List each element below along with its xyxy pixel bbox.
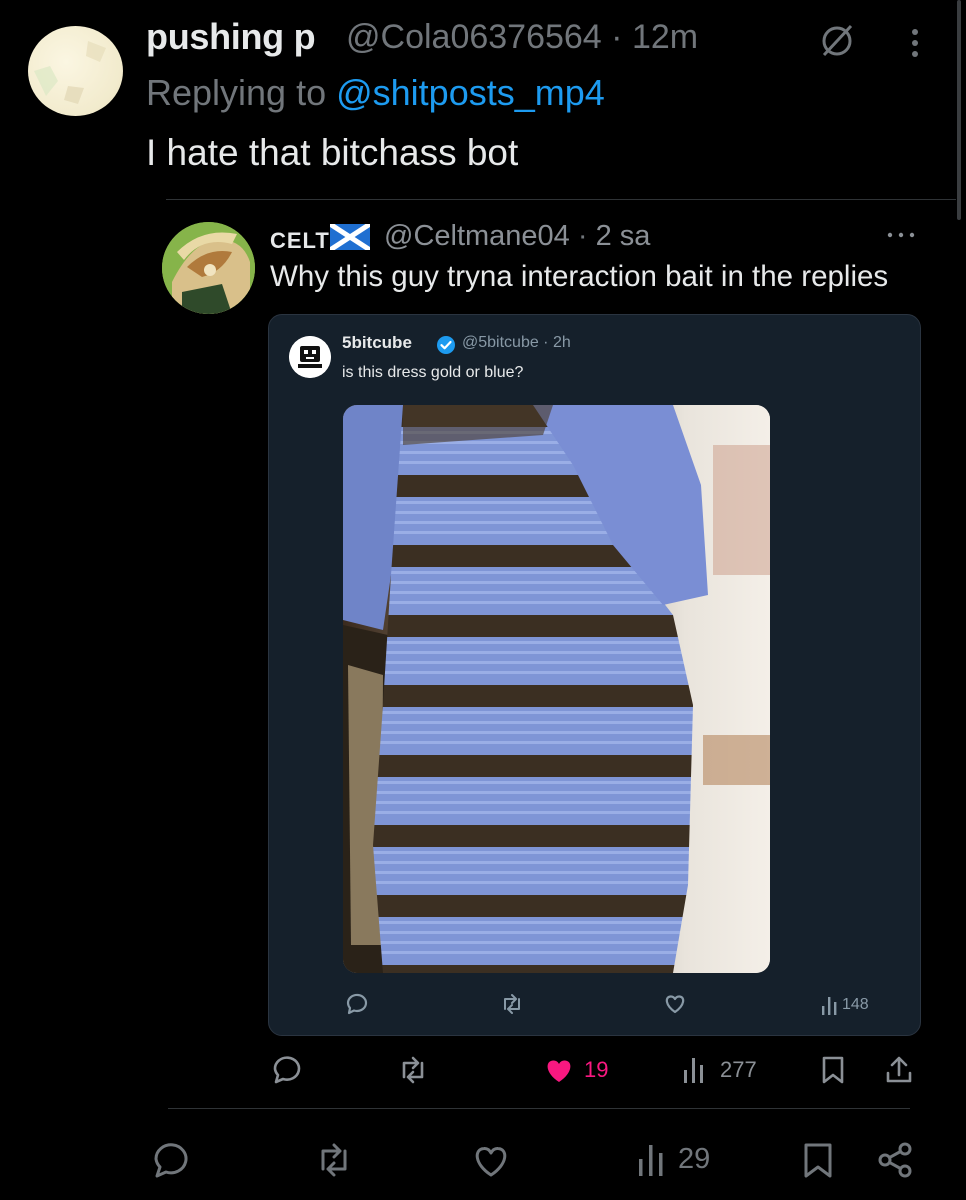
quoted-timestamp: 2 sa [595, 220, 651, 252]
quoted-like-icon [542, 1053, 576, 1087]
views-count: 29 [678, 1143, 711, 1175]
quoted-share-icon [882, 1053, 916, 1087]
retweet-icon[interactable] [313, 1139, 355, 1181]
divider [166, 199, 956, 200]
divider [168, 1108, 910, 1109]
more-vertical-icon[interactable] [900, 22, 930, 62]
embedded-avatar [289, 336, 331, 378]
bookmark-icon[interactable] [797, 1139, 839, 1181]
embedded-retweet-icon [499, 991, 525, 1017]
scotland-flag-icon [328, 221, 372, 253]
verified-badge-icon [436, 335, 456, 355]
quoted-text: Why this guy tryna interaction bait in t… [270, 260, 889, 293]
replying-to-line: Replying to @shitposts_mp4 [146, 72, 605, 114]
author-handle: @Cola06376564 [346, 18, 602, 56]
tweet-text: I hate that bitchass bot [146, 132, 519, 173]
more-horizontal-icon [884, 228, 918, 242]
embedded-author-handle: @5bitcube [462, 334, 539, 351]
embedded-reply-icon [344, 991, 370, 1017]
share-icon[interactable] [874, 1139, 916, 1181]
replying-prefix: Replying to [146, 72, 337, 113]
quoted-reply-icon [270, 1053, 304, 1087]
reply-icon[interactable] [150, 1139, 192, 1181]
quoted-views-count: 277 [720, 1057, 757, 1082]
embedded-author-name: 5bitcube [342, 333, 412, 352]
quoted-author-handle: @Celtmane04 [384, 220, 570, 252]
embedded-timestamp: 2h [552, 334, 571, 351]
embedded-views-icon [820, 994, 840, 1016]
author-name[interactable]: pushing p [146, 16, 316, 58]
replying-to-mention[interactable]: @shitposts_mp4 [336, 72, 605, 113]
quoted-avatar [162, 222, 255, 314]
embedded-text: is this dress gold or blue? [342, 364, 524, 381]
author-handle-and-time[interactable]: @Cola06376564 · 12m [346, 18, 698, 57]
views-icon[interactable] [634, 1139, 672, 1181]
quoted-bookmark-icon [816, 1053, 850, 1087]
separator-dot: · [569, 220, 596, 252]
embedded-views-count: 148 [842, 996, 869, 1013]
like-icon[interactable] [470, 1139, 512, 1181]
timestamp: 12m [631, 18, 699, 56]
quoted-retweet-icon [396, 1053, 430, 1087]
dress-photo [343, 405, 770, 973]
quoted-like-count: 19 [584, 1057, 609, 1082]
separator-dot: · [611, 18, 632, 56]
separator-dot: · [538, 334, 553, 351]
avatar[interactable] [28, 26, 123, 116]
embedded-like-icon [662, 991, 688, 1017]
embedded-handle-and-time: @5bitcube · 2h [462, 334, 571, 352]
quoted-views-icon [680, 1053, 710, 1087]
grok-icon[interactable] [818, 22, 856, 60]
scrollbar[interactable] [957, 0, 961, 220]
quoted-handle-and-time: @Celtmane04 · 2 sa [384, 220, 650, 253]
